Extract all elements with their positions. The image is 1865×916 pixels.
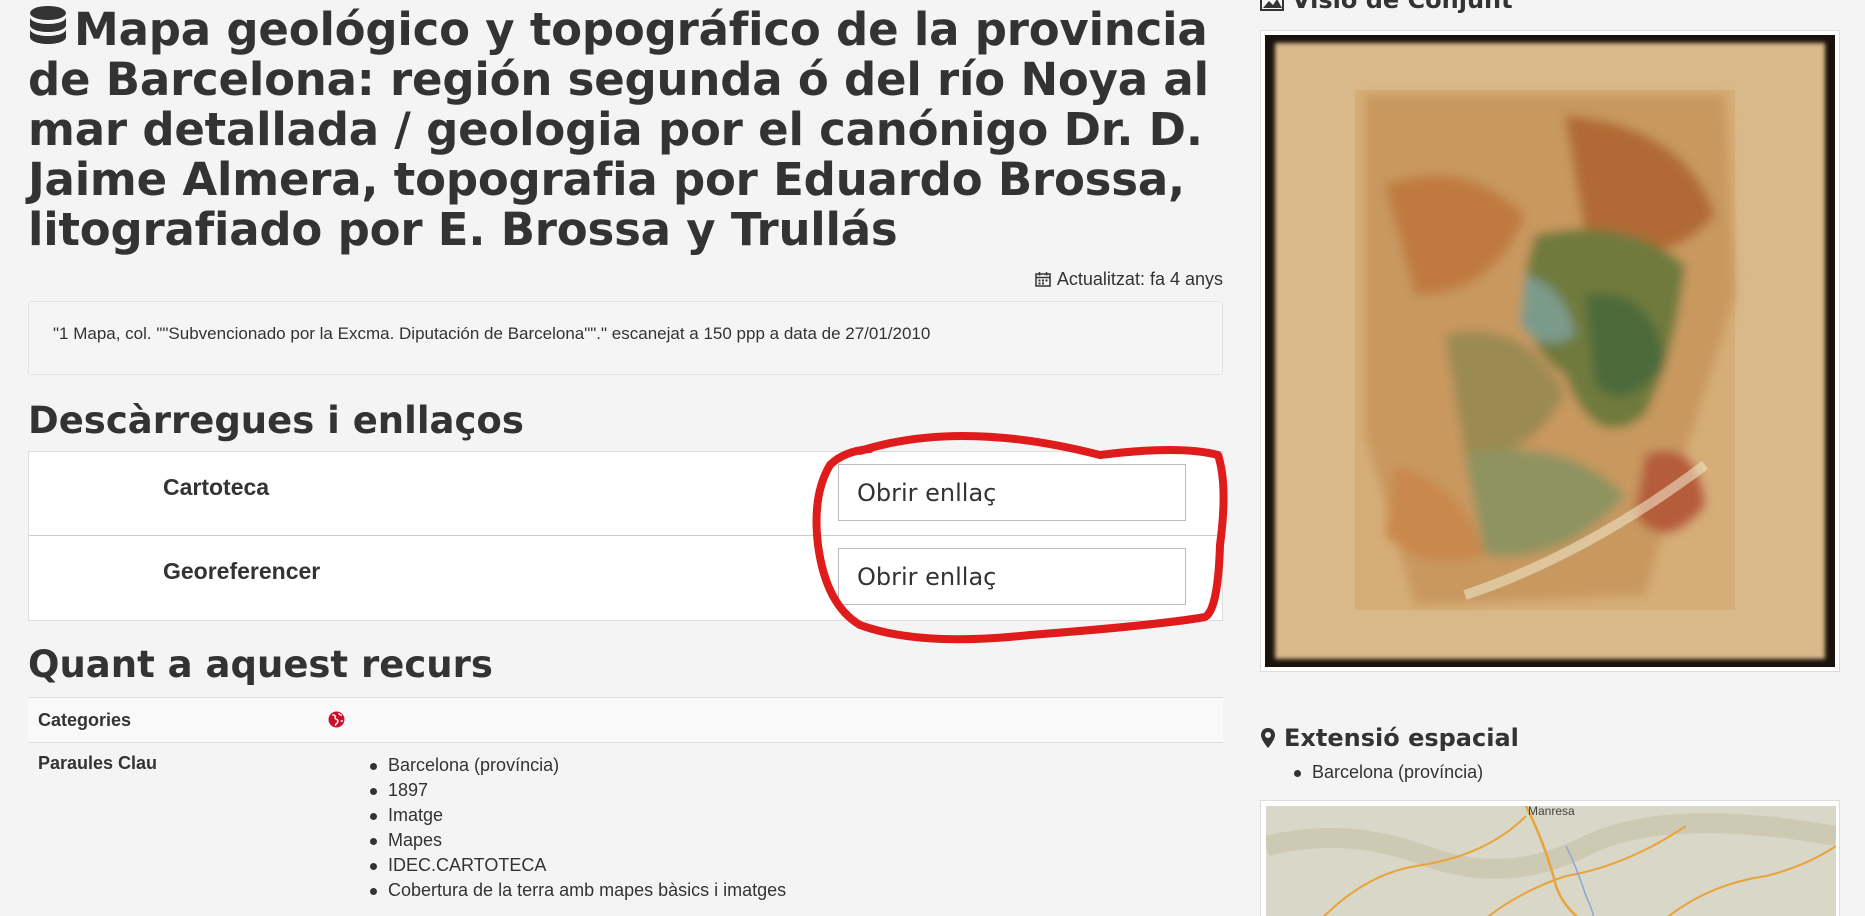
keywords-value: Barcelona (província) 1897 Imatge Mapes … <box>328 743 1223 904</box>
keyword-item[interactable]: IDEC.CARTOTECA <box>370 853 1223 878</box>
downloads-list: Cartoteca Obrir enllaç Georeferencer Obr… <box>28 451 1223 621</box>
extent-map[interactable]: Manresa <box>1260 800 1840 916</box>
resource-item-cartoteca: Cartoteca Obrir enllaç <box>29 452 1222 536</box>
about-heading: Quant a aquest recurs <box>28 643 493 686</box>
page-title-text: Mapa geológico y topográfico de la provi… <box>28 3 1209 256</box>
extent-map-image: Manresa <box>1266 806 1836 916</box>
keyword-item[interactable]: 1897 <box>370 778 1223 803</box>
resource-notes: "1 Mapa, col. ""Subvencionado por la Exc… <box>28 301 1223 375</box>
keyword-item[interactable]: Barcelona (província) <box>370 753 1223 778</box>
keyword-item[interactable]: Imatge <box>370 803 1223 828</box>
keyword-item[interactable]: Mapes <box>370 828 1223 853</box>
image-icon <box>1260 0 1284 11</box>
main-content: Mapa geológico y topográfico de la provi… <box>28 0 1223 903</box>
overview-heading: Visió de Conjunt <box>1260 0 1513 14</box>
extent-item: Barcelona (província) <box>1294 762 1483 783</box>
resource-name: Cartoteca <box>163 474 270 500</box>
resource-name: Georeferencer <box>163 558 321 584</box>
keyword-item[interactable]: Cobertura de la terra amb mapes bàsics i… <box>370 878 1223 903</box>
database-icon <box>30 6 66 44</box>
categories-label: Categories <box>38 710 132 730</box>
calendar-icon <box>1035 272 1051 287</box>
open-link-button[interactable]: Obrir enllaç <box>838 548 1186 605</box>
last-updated-text: Actualitzat: fa 4 anys <box>1056 269 1223 289</box>
keywords-list: Barcelona (província) 1897 Imatge Mapes … <box>328 753 1223 903</box>
open-link-button[interactable]: Obrir enllaç <box>838 464 1186 521</box>
resource-item-georeferencer: Georeferencer Obrir enllaç <box>29 536 1222 620</box>
spatial-extent-heading-text: Extensió espacial <box>1284 724 1519 752</box>
map-thumbnail[interactable] <box>1260 30 1840 672</box>
map-label-manresa: Manresa <box>1528 806 1575 818</box>
page-title: Mapa geológico y topográfico de la provi… <box>28 5 1223 255</box>
table-row: Paraules Clau Barcelona (província) 1897… <box>28 743 1223 904</box>
map-image <box>1265 35 1835 667</box>
downloads-heading: Descàrregues i enllaços <box>28 399 524 442</box>
keywords-label: Paraules Clau <box>38 753 158 773</box>
globe-icon[interactable] <box>328 711 345 728</box>
additional-info-table: Categories Paraules Clau Barcelona (prov… <box>28 697 1223 903</box>
spatial-extent-heading: Extensió espacial <box>1260 724 1519 752</box>
categories-value <box>328 698 1223 743</box>
spatial-extent-list: Barcelona (província) <box>1294 762 1483 783</box>
table-row: Categories <box>28 697 1223 743</box>
map-marker-icon <box>1261 728 1275 748</box>
overview-heading-text: Visió de Conjunt <box>1292 0 1513 14</box>
last-updated: Actualitzat: fa 4 anys <box>28 269 1223 293</box>
